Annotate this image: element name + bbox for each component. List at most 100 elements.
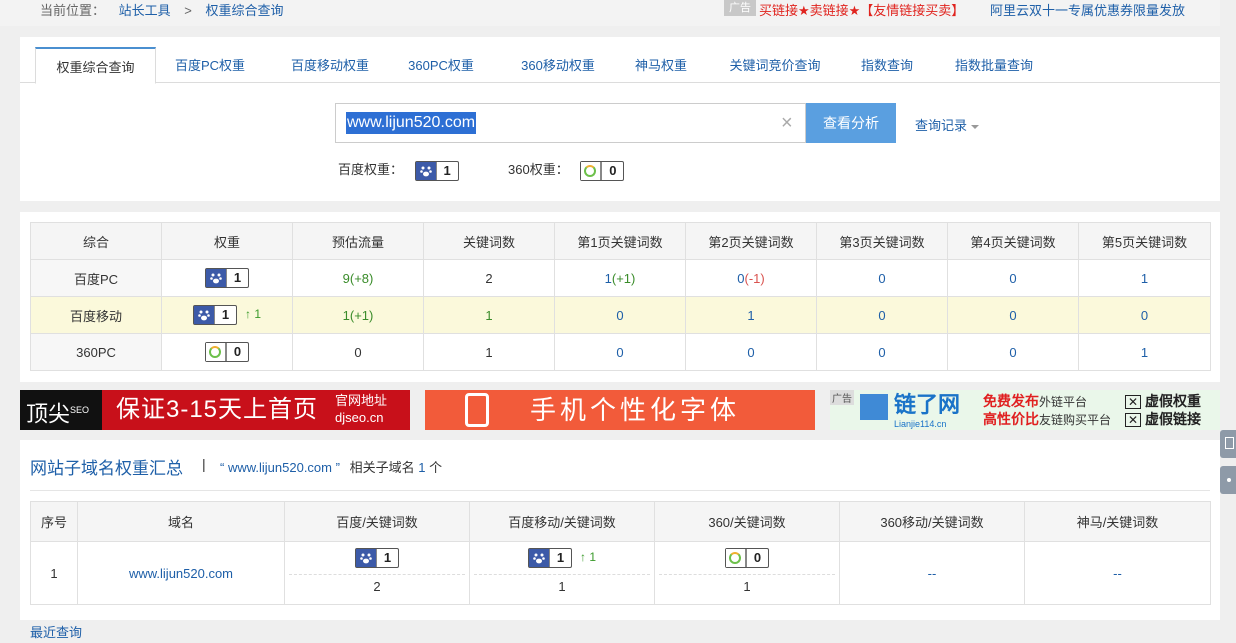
traffic-value: 1 xyxy=(342,307,350,323)
page5-cell[interactable]: 1 xyxy=(1078,333,1211,371)
baidu-weight-badge[interactable]: 1 xyxy=(355,548,399,568)
keyword-count: 1 xyxy=(743,579,751,594)
baidu-cell: 1 2 xyxy=(284,541,470,605)
column-header: 360移动/关键词数 xyxy=(839,501,1025,542)
ad-link-aliyun[interactable]: 阿里云双十一专属优惠券限量发放 xyxy=(990,0,1185,19)
page1-value: 1 xyxy=(604,270,612,286)
weight-table: 综合 权重 预估流量 关键词数 第1页关键词数 第2页关键词数 第3页关键词数 … xyxy=(30,222,1211,371)
subdomain-summary: “ www.lijun520.com ” 相关子域名 1 个 xyxy=(220,457,442,476)
history-dropdown[interactable]: 查询记录 xyxy=(915,115,980,134)
page1-cell[interactable]: 0 xyxy=(554,333,686,371)
side-tool-feedback[interactable] xyxy=(1220,430,1236,458)
360-weight-badge[interactable]: 0 xyxy=(725,548,769,568)
baidu-weight-badge[interactable]: 1 xyxy=(205,268,249,288)
baidu-paw-icon xyxy=(528,549,549,567)
page4-cell[interactable]: 0 xyxy=(947,333,1079,371)
page2-cell[interactable]: 0 xyxy=(685,333,817,371)
weight-cell: 1 ↑ 1 xyxy=(161,296,293,334)
360-weight-value: 0 xyxy=(601,161,623,180)
section-title: 网站子域名权重汇总 xyxy=(30,459,183,478)
ad-label: 广告 xyxy=(830,390,854,405)
weight-panel: 综合 权重 预估流量 关键词数 第1页关键词数 第2页关键词数 第3页关键词数 … xyxy=(20,212,1220,382)
traffic-cell: 9(+8) xyxy=(292,259,424,297)
breadcrumb-link-current[interactable]: 权重综合查询 xyxy=(206,3,284,18)
keyword-count-cell: 1 xyxy=(423,296,555,334)
lianjie-logo-icon xyxy=(860,394,888,420)
page1-cell[interactable]: 0 xyxy=(554,296,686,334)
banner-ad-lianjie[interactable]: 广告 链了网 Lianjie114.cn 免费发布外链平台 高性价比友链购买平台… xyxy=(830,390,1220,430)
column-header: 360/关键词数 xyxy=(654,501,840,542)
page1-cell[interactable]: 1(+1) xyxy=(554,259,686,297)
count-unit: 个 xyxy=(429,460,443,475)
tab-baidu-mobile[interactable]: 百度移动权重 xyxy=(275,47,385,83)
recent-queries-link[interactable]: 最近查询 xyxy=(30,622,82,641)
baidu-paw-icon xyxy=(356,549,376,567)
history-label: 查询记录 xyxy=(915,118,968,133)
tab-360-pc[interactable]: 360PC权重 xyxy=(398,47,484,83)
x-box-icon: ✕ xyxy=(1125,413,1141,427)
page5-cell[interactable]: 1 xyxy=(1078,259,1211,297)
tab-shenma[interactable]: 神马权重 xyxy=(626,47,696,83)
page2-value: 0 xyxy=(737,270,745,286)
tab-index[interactable]: 指数查询 xyxy=(853,47,921,83)
tab-keyword-bid[interactable]: 关键词竞价查询 xyxy=(720,47,830,83)
title-separator: | xyxy=(202,456,206,472)
column-header: 第4页关键词数 xyxy=(947,222,1079,260)
search-panel: 权重综合查询 百度PC权重 百度移动权重 360PC权重 360移动权重 神马权… xyxy=(20,37,1220,201)
search-box: www.lijun520.com × xyxy=(335,103,806,143)
tab-360-mobile[interactable]: 360移动权重 xyxy=(508,47,608,83)
domain-link[interactable]: www.lijun520.com xyxy=(129,566,233,581)
baidu-paw-icon xyxy=(193,306,214,324)
baidu-mobile-weight-badge[interactable]: 1 xyxy=(527,548,572,568)
document-icon xyxy=(1225,437,1234,449)
queried-domain: “ www.lijun520.com ” xyxy=(220,460,340,475)
page3-cell[interactable]: 0 xyxy=(816,333,948,371)
banner-ad-djseo[interactable]: 顶尖SEO 保证3-15天上首页 官网地址 djseo.cn xyxy=(20,390,410,430)
column-header: 第5页关键词数 xyxy=(1078,222,1211,260)
banner-slogans: 免费发布外链平台 高性价比友链购买平台 xyxy=(983,393,1112,427)
traffic-cell: 1(+1) xyxy=(292,296,424,334)
clear-icon[interactable]: × xyxy=(781,112,793,134)
page2-cell[interactable]: 1 xyxy=(685,296,817,334)
page3-cell[interactable]: 0 xyxy=(816,259,948,297)
side-tool-more[interactable] xyxy=(1220,466,1236,494)
row-label: 360PC xyxy=(30,333,162,371)
baidu-weight-badge[interactable]: 1 xyxy=(414,160,459,181)
weight-up-indicator: ↑ 1 xyxy=(579,550,596,565)
weight-value: 1 xyxy=(226,269,248,287)
tab-baidu-pc[interactable]: 百度PC权重 xyxy=(162,47,258,83)
ad-link-buy-sell[interactable]: 买链接★卖链接★【友情链接买卖】 xyxy=(759,0,964,19)
weight-value: 1 xyxy=(213,306,236,324)
page5-cell[interactable]: 0 xyxy=(1078,296,1211,334)
breadcrumb: 当前位置： 站长工具 > 权重综合查询 xyxy=(40,0,294,19)
360-cell: 0 1 xyxy=(654,541,840,605)
page4-cell[interactable]: 0 xyxy=(947,259,1079,297)
page3-cell[interactable]: 0 xyxy=(816,296,948,334)
table-header-row: 综合 权重 预估流量 关键词数 第1页关键词数 第2页关键词数 第3页关键词数 … xyxy=(30,222,1211,260)
breadcrumb-separator: > xyxy=(184,3,192,18)
chevron-down-icon xyxy=(971,124,980,129)
tab-bar: 权重综合查询 百度PC权重 百度移动权重 360PC权重 360移动权重 神马权… xyxy=(20,37,1220,84)
analyze-button[interactable]: 查看分析 xyxy=(806,103,896,143)
360-mobile-cell: -- xyxy=(839,541,1025,605)
banner-brand: 链了网 xyxy=(894,392,961,417)
column-header: 关键词数 xyxy=(423,222,555,260)
banner-logo: 顶尖SEO xyxy=(20,390,102,430)
column-header: 百度/关键词数 xyxy=(284,501,470,542)
banner-headline: 保证3-15天上首页 xyxy=(116,396,319,423)
column-header: 综合 xyxy=(30,222,162,260)
banner-ad-fonts[interactable]: 手机个性化字体 xyxy=(425,390,815,430)
tab-index-batch[interactable]: 指数批量查询 xyxy=(946,47,1042,83)
table-row: 百度PC 1 9(+8) 2 1(+1) 0(-1) 0 0 1 xyxy=(30,259,1211,297)
subdomain-table: 序号 域名 百度/关键词数 百度移动/关键词数 360/关键词数 360移动/关… xyxy=(30,501,1211,605)
page4-cell[interactable]: 0 xyxy=(947,296,1079,334)
page1-delta: (+1) xyxy=(611,270,636,286)
table-row: 360PC 0 0 1 0 0 0 0 1 xyxy=(30,333,1211,371)
baidu-mobile-weight-badge[interactable]: 1 xyxy=(192,305,237,325)
360-weight-badge[interactable]: 0 xyxy=(580,160,625,181)
page2-cell[interactable]: 0(-1) xyxy=(685,259,817,297)
breadcrumb-prefix: 当前位置： xyxy=(40,3,106,18)
360-weight-badge[interactable]: 0 xyxy=(205,342,249,362)
breadcrumb-link-tools[interactable]: 站长工具 xyxy=(119,3,171,18)
tab-combined-weight[interactable]: 权重综合查询 xyxy=(35,47,156,84)
